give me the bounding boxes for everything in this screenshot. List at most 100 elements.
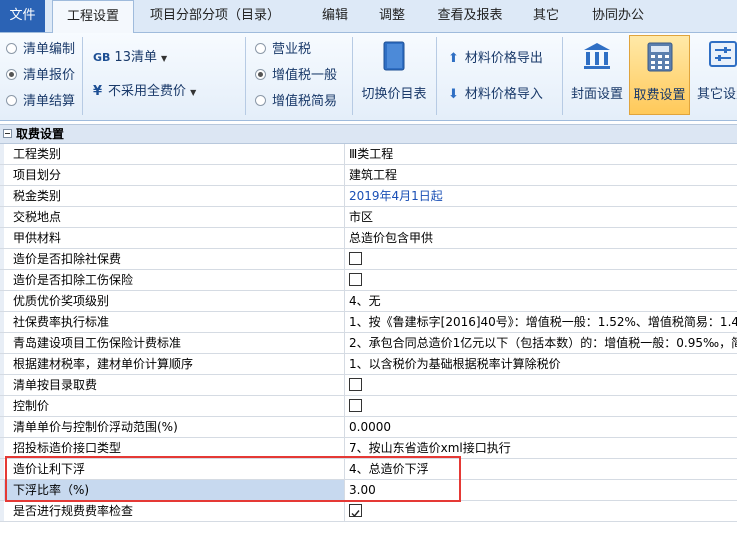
property-row[interactable]: 造价是否扣除社保费 [0, 249, 737, 270]
property-name: 招投标造价接口类型 [0, 438, 345, 458]
radio-bill-compile[interactable]: 清单编制 [6, 39, 75, 61]
export-material-price-button[interactable]: ⬆ 材料价格导出 [448, 47, 543, 66]
property-row[interactable]: 造价是否扣除工伤保险 [0, 270, 737, 291]
property-checkbox-cell[interactable] [345, 270, 737, 290]
property-name: 是否进行规费费率检查 [0, 501, 345, 521]
property-row[interactable]: 项目划分 建筑工程 [0, 165, 737, 186]
property-value[interactable]: 4、无 [345, 291, 737, 311]
button-label: 取费设置 [633, 88, 686, 103]
menu-edit[interactable]: 编辑 [306, 0, 364, 32]
property-row[interactable]: 根据建材税率，建材单价计算顺序 1、以含税价为基础根据税率计算除税价 [0, 354, 737, 375]
grid-section-header[interactable]: 取费设置 [0, 124, 737, 144]
radio-dot-selected [6, 69, 17, 80]
property-name: 甲供材料 [0, 228, 345, 248]
radio-dot [255, 95, 266, 106]
radio-business-tax[interactable]: 营业税 [255, 39, 311, 61]
property-row[interactable]: 清单单价与控制价浮动范围(%) 0.0000 [0, 417, 737, 438]
calculator-icon [647, 42, 673, 76]
ribbon-separator [82, 37, 83, 115]
radio-label: 增值税一般 [272, 68, 338, 83]
radio-label: 清单编制 [23, 42, 76, 57]
price-mode-value: 不采用全费价 [108, 84, 187, 99]
property-row[interactable]: 清单按目录取费 [0, 375, 737, 396]
radio-bill-settle[interactable]: 清单结算 [6, 91, 75, 113]
property-name: 清单按目录取费 [0, 375, 345, 395]
property-row[interactable]: 交税地点 市区 [0, 207, 737, 228]
property-checkbox-cell[interactable] [345, 375, 737, 395]
property-checkbox-cell[interactable] [345, 501, 737, 521]
property-value[interactable]: 总造价包含甲供 [345, 228, 737, 248]
import-material-price-button[interactable]: ⬇ 材料价格导入 [448, 83, 543, 102]
radio-vat-simple[interactable]: 增值税简易 [255, 91, 337, 113]
radio-dot [6, 95, 17, 106]
checkbox[interactable] [349, 399, 362, 412]
radio-dot [255, 43, 266, 54]
property-row[interactable]: 税金类别 2019年4月1日起 [0, 186, 737, 207]
radio-label: 清单报价 [23, 68, 76, 83]
menu-view-reports[interactable]: 查看及报表 [424, 0, 516, 32]
property-row[interactable]: 控制价 [0, 396, 737, 417]
property-name: 根据建材税率，建材单价计算顺序 [0, 354, 345, 374]
menu-project-items[interactable]: 项目分部分项（目录） [140, 0, 290, 32]
property-name: 青岛建设项目工伤保险计费标准 [0, 333, 345, 353]
property-name: 控制价 [0, 396, 345, 416]
property-value[interactable]: 7、按山东省造价xml接口执行 [345, 438, 737, 458]
radio-vat-general[interactable]: 增值税一般 [255, 65, 337, 87]
property-name: 清单单价与控制价浮动范围(%) [0, 417, 345, 437]
collapse-icon[interactable] [3, 129, 12, 138]
property-row[interactable]: 工程类别 Ⅲ类工程 [0, 144, 737, 165]
checkbox-checked[interactable] [349, 504, 362, 518]
button-label: 切换价目表 [361, 87, 427, 102]
menu-file[interactable]: 文件 [0, 0, 45, 32]
upload-icon: ⬆ [448, 51, 459, 66]
property-row[interactable]: 优质优价奖项级别 4、无 [0, 291, 737, 312]
ribbon-separator [562, 37, 563, 115]
button-label: 其它设置 [696, 87, 737, 102]
property-value[interactable]: Ⅲ类工程 [345, 144, 737, 164]
radio-label: 营业税 [272, 42, 312, 57]
radio-dot-selected [255, 69, 266, 80]
property-value[interactable]: 1、以含税价为基础根据税率计算除税价 [345, 354, 737, 374]
checkbox[interactable] [349, 273, 362, 286]
property-name: 造价是否扣除社保费 [0, 249, 345, 269]
other-settings-button[interactable]: 其它设置 [692, 35, 737, 115]
radio-label: 清单结算 [23, 94, 76, 109]
button-label: 封面设置 [570, 87, 623, 102]
property-value[interactable]: 建筑工程 [345, 165, 737, 185]
property-row[interactable]: 社保费率执行标准 1、按《鲁建标字[2016]40号》：增值税一般：1.52%、增… [0, 312, 737, 333]
sliders-icon [709, 41, 737, 71]
ribbon-separator [352, 37, 353, 115]
price-mode-dropdown[interactable]: ¥ 不采用全费价 ▼ [93, 81, 196, 103]
chevron-down-icon: ▼ [160, 54, 168, 63]
property-name: 项目划分 [0, 165, 345, 185]
fee-settings-button[interactable]: 取费设置 [629, 35, 690, 115]
property-name: 税金类别 [0, 186, 345, 206]
property-checkbox-cell[interactable] [345, 396, 737, 416]
cover-settings-button[interactable]: 封面设置 [566, 35, 628, 115]
checkbox[interactable] [349, 252, 362, 265]
property-value[interactable]: 市区 [345, 207, 737, 227]
property-value[interactable]: 0.0000 [345, 417, 737, 437]
property-value[interactable]: 2019年4月1日起 [345, 186, 737, 206]
menu-other[interactable]: 其它 [520, 0, 572, 32]
property-row[interactable]: 青岛建设项目工伤保险计费标准 2、承包合同总造价1亿元以下（包括本数）的：增值税一… [0, 333, 737, 354]
menu-project-settings[interactable]: 工程设置 [52, 0, 134, 33]
property-checkbox-cell[interactable] [345, 249, 737, 269]
checkbox[interactable] [349, 378, 362, 391]
radio-bill-quote[interactable]: 清单报价 [6, 65, 75, 87]
chevron-down-icon: ▼ [190, 88, 197, 97]
menu-adjust[interactable]: 调整 [366, 0, 418, 32]
menu-collaboration[interactable]: 协同办公 [578, 0, 658, 32]
highlight-annotation-box [5, 456, 461, 502]
radio-label: 增值税简易 [272, 94, 338, 109]
property-name: 交税地点 [0, 207, 345, 227]
property-value[interactable]: 1、按《鲁建标字[2016]40号》：增值税一般：1.52%、增值税简易：1.4… [345, 312, 737, 332]
standard-dropdown[interactable]: GB 13清单 ▼ [93, 47, 167, 69]
property-row[interactable]: 是否进行规费费率检查 [0, 501, 737, 522]
radio-dot [6, 43, 17, 54]
property-value[interactable]: 2、承包合同总造价1亿元以下（包括本数）的：增值税一般：0.95‰，简 [345, 333, 737, 353]
switch-price-table-button[interactable]: 切换价目表 [356, 35, 432, 115]
property-row[interactable]: 甲供材料 总造价包含甲供 [0, 228, 737, 249]
button-label: 材料价格导出 [464, 51, 543, 66]
button-label: 材料价格导入 [464, 87, 543, 102]
